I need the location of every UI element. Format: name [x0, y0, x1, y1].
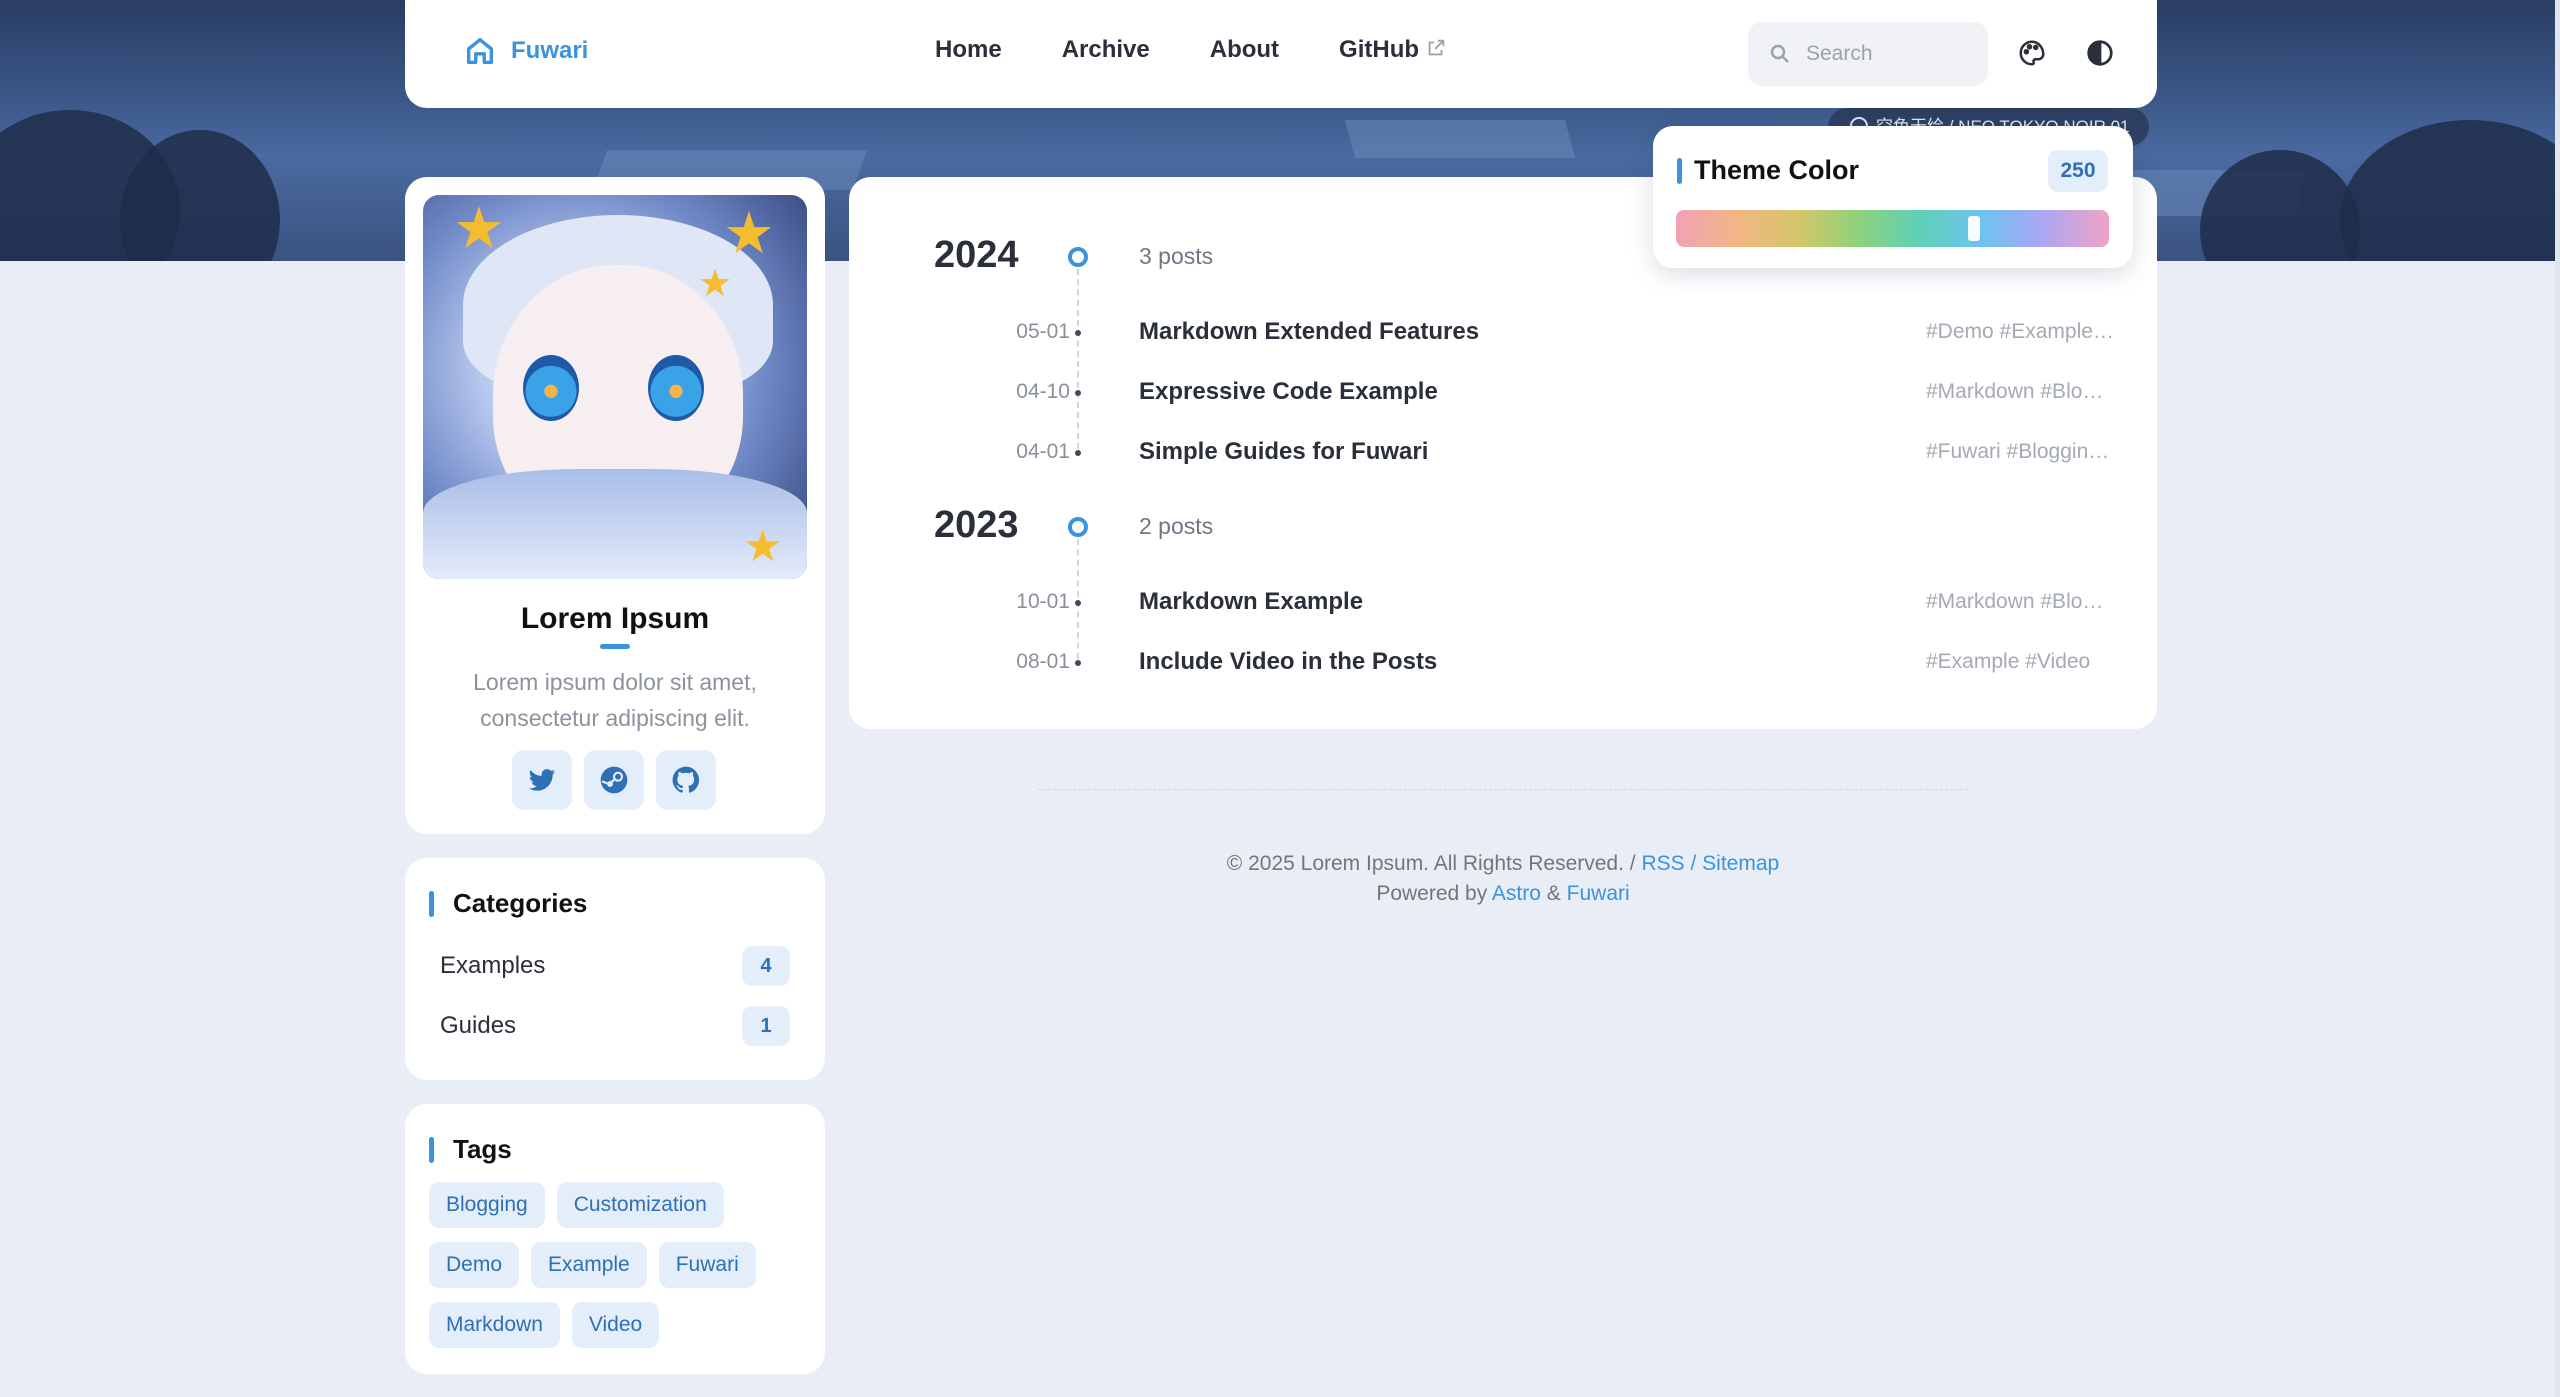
footer-divider [1038, 789, 1968, 790]
page-scrollbar[interactable] [2555, 0, 2560, 1397]
tag-markdown[interactable]: Markdown [429, 1302, 560, 1348]
steam-button[interactable] [584, 750, 644, 810]
timeline-line [1077, 269, 1079, 449]
social-links [512, 750, 716, 810]
tag-list: Blogging Customization Demo Example Fuwa… [429, 1182, 809, 1348]
theme-hue-value: 250 [2048, 150, 2108, 192]
twitter-button[interactable] [512, 750, 572, 810]
category-name: Guides [440, 1012, 517, 1039]
profile-bio: Lorem ipsum dolor sit amet, consectetur … [473, 669, 757, 731]
tag-example[interactable]: Example [531, 1242, 647, 1288]
post-date: 10-01 [1016, 590, 1070, 613]
palette-icon[interactable] [2017, 38, 2047, 68]
post-tags: #Example #Video [1926, 650, 2091, 673]
hue-slider[interactable] [1676, 210, 2109, 247]
category-count: 1 [742, 1006, 790, 1046]
nav-github[interactable]: GitHub [1339, 36, 1447, 64]
astro-link[interactable]: Astro [1492, 882, 1541, 905]
category-item[interactable]: Examples 4 [440, 946, 790, 986]
post-title-link[interactable]: Expressive Code Example [1139, 378, 1438, 406]
tags-title: Tags [429, 1134, 512, 1165]
footer-powered-line: Powered by Astro & Fuwari [849, 882, 2157, 906]
year-marker [1068, 517, 1088, 537]
footer-separator: / [1690, 852, 1697, 875]
post-marker [1075, 330, 1081, 336]
timeline-line [1077, 539, 1079, 659]
year-post-count: 3 posts [1139, 243, 1214, 269]
github-button[interactable] [656, 750, 716, 810]
category-count: 4 [742, 946, 790, 986]
tag-demo[interactable]: Demo [429, 1242, 520, 1288]
categories-card: Categories Examples 4 Guides 1 [405, 858, 825, 1080]
post-tags: #Markdown #Blo… [1926, 380, 2104, 403]
category-item[interactable]: Guides 1 [440, 1006, 790, 1046]
post-marker [1075, 390, 1081, 396]
year-heading: 2024 [934, 234, 1019, 276]
nav-links: Home Archive About GitHub [935, 36, 1507, 64]
post-tags: #Fuwari #Bloggin… [1926, 440, 2110, 463]
post-title-link[interactable]: Simple Guides for Fuwari [1139, 438, 1428, 466]
footer-copyright: © 2025 Lorem Ipsum. All Rights Reserved.… [1226, 852, 1636, 875]
theme-color-title: Theme Color [1677, 155, 1859, 186]
year-heading: 2023 [934, 504, 1019, 546]
category-name: Examples [440, 952, 546, 979]
avatar: ★ ★ ★ ★ [423, 195, 807, 579]
nav-home[interactable]: Home [935, 36, 1002, 64]
twitter-icon [528, 769, 556, 791]
post-date: 08-01 [1016, 650, 1070, 673]
year-post-count: 2 posts [1139, 513, 1214, 539]
hue-slider-thumb[interactable] [1968, 216, 1980, 241]
profile-name: Lorem Ipsum [520, 602, 710, 635]
tag-blogging[interactable]: Blogging [429, 1182, 545, 1228]
tag-fuwari[interactable]: Fuwari [658, 1242, 756, 1288]
contrast-icon[interactable] [2085, 38, 2115, 68]
year-marker [1068, 247, 1088, 267]
github-icon [672, 766, 700, 793]
nav-github-label: GitHub [1339, 36, 1420, 63]
nav-archive[interactable]: Archive [1062, 36, 1150, 64]
external-link-icon [1428, 39, 1445, 56]
post-date: 04-01 [1016, 440, 1070, 463]
post-title-link[interactable]: Markdown Example [1139, 588, 1363, 616]
search-input[interactable]: Search [1748, 22, 1988, 86]
post-date: 04-10 [1016, 380, 1070, 403]
brand-label: Fuwari [511, 37, 589, 64]
post-marker [1075, 660, 1081, 666]
tags-card: Tags Blogging Customization Demo Example… [405, 1104, 825, 1374]
post-marker [1075, 600, 1081, 606]
brand-link[interactable]: Fuwari [463, 34, 588, 68]
sitemap-link[interactable]: Sitemap [1702, 852, 1779, 875]
home-icon [466, 37, 494, 65]
post-tags: #Demo #Example… [1926, 320, 2114, 343]
post-marker [1075, 450, 1081, 456]
steam-icon [600, 766, 628, 794]
search-placeholder: Search [1806, 42, 1873, 65]
fuwari-link[interactable]: Fuwari [1567, 882, 1630, 905]
navbar: Fuwari Home Archive About GitHub Search [405, 0, 2157, 108]
nav-about[interactable]: About [1210, 36, 1279, 64]
post-title-link[interactable]: Markdown Extended Features [1139, 318, 1479, 346]
footer-powered: Powered by [1376, 882, 1488, 905]
post-tags: #Markdown #Blo… [1926, 590, 2104, 613]
theme-color-popover: Theme Color 250 [1653, 126, 2133, 268]
tag-customization[interactable]: Customization [556, 1182, 724, 1228]
rss-link[interactable]: RSS [1641, 852, 1684, 875]
footer-amp: & [1546, 882, 1561, 905]
tag-video[interactable]: Video [571, 1302, 660, 1348]
profile-card: ★ ★ ★ ★ Lorem Ipsum Lorem ipsum dolor si… [405, 177, 825, 834]
search-icon [1770, 44, 1789, 63]
post-date: 05-01 [1016, 320, 1070, 343]
categories-title: Categories [429, 888, 587, 919]
profile-divider [600, 644, 630, 649]
post-title-link[interactable]: Include Video in the Posts [1139, 648, 1437, 676]
footer-copyright-line: © 2025 Lorem Ipsum. All Rights Reserved.… [849, 852, 2157, 876]
